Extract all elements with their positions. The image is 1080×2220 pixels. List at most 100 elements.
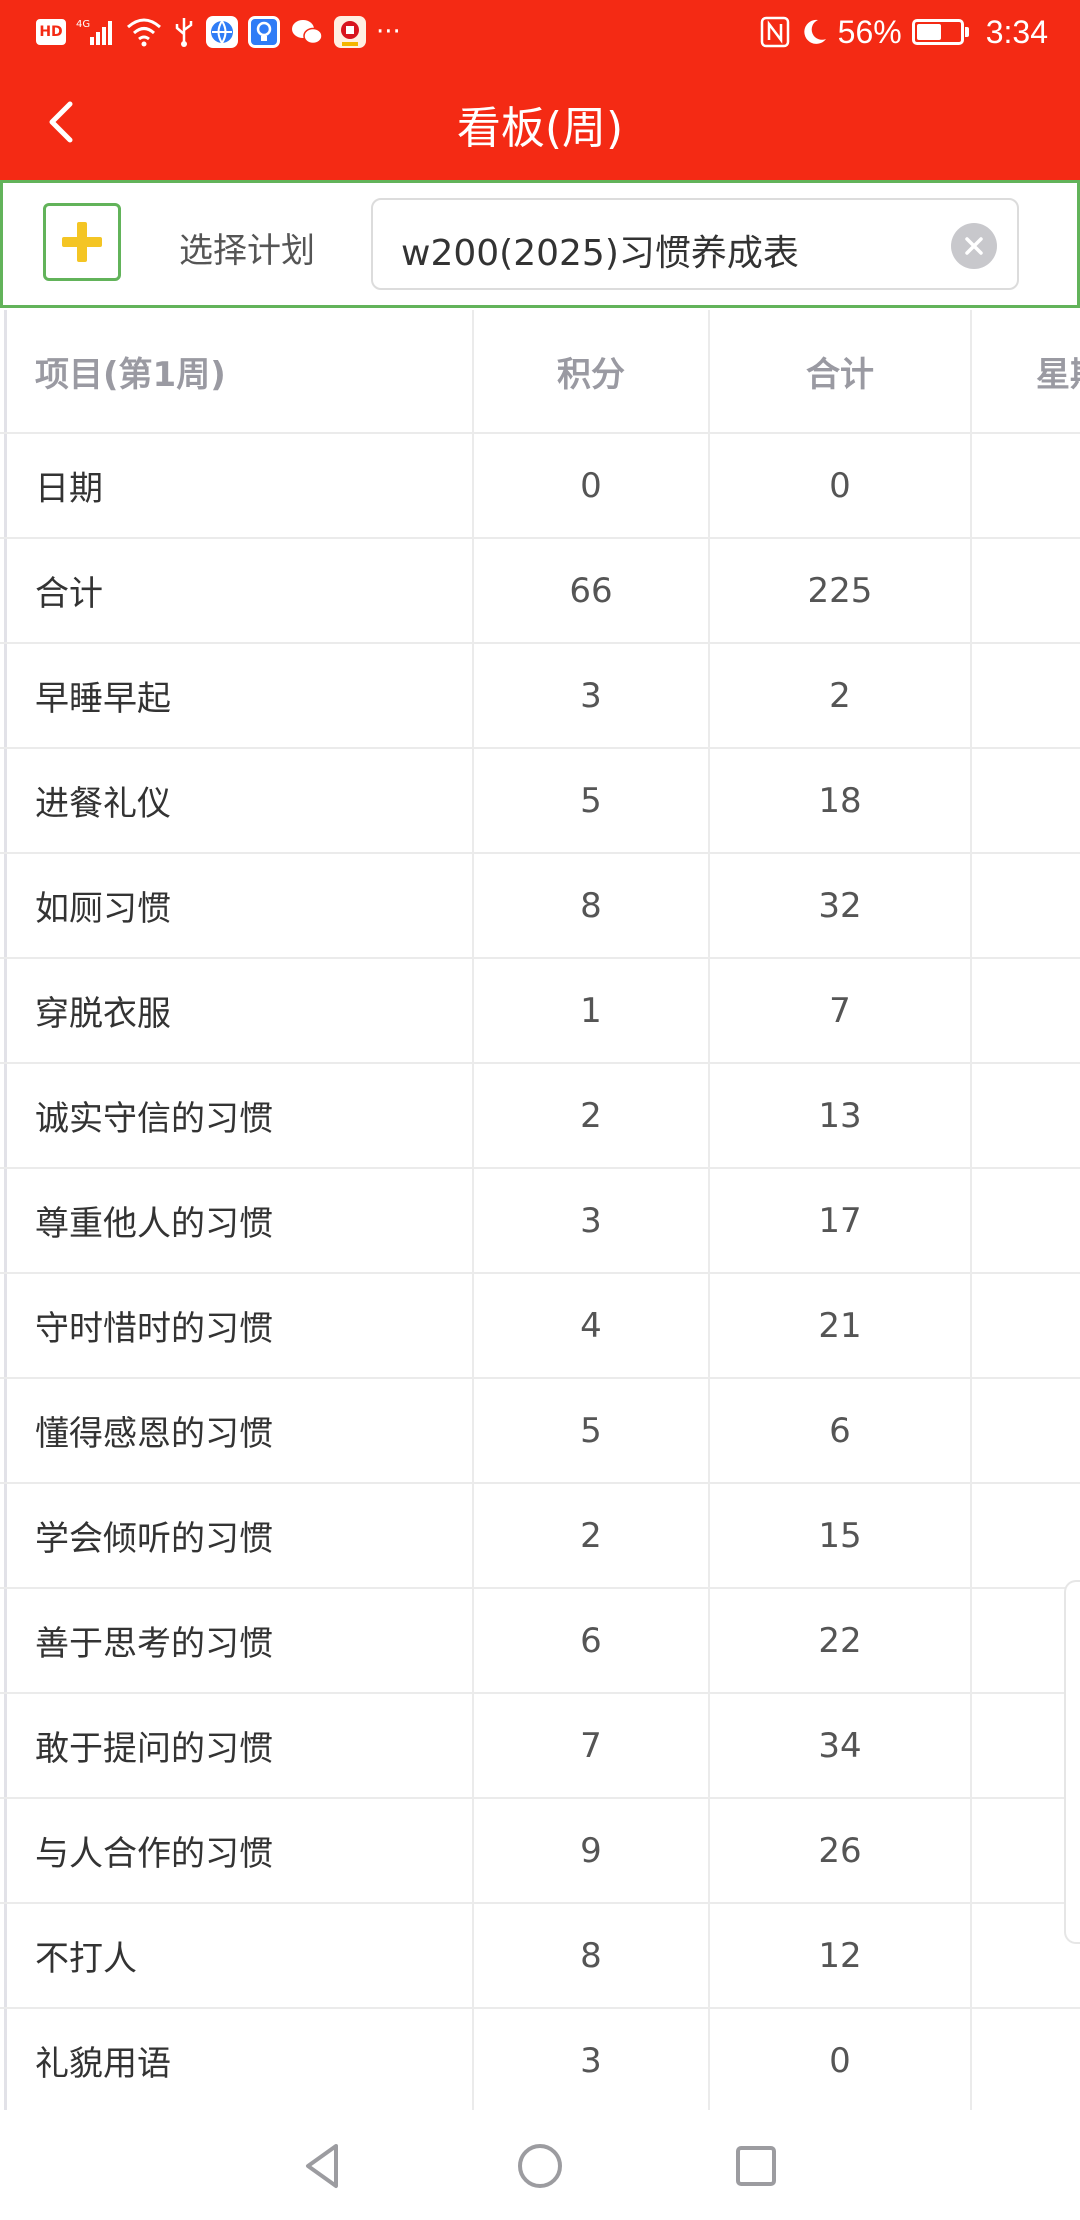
wifi-icon [126, 17, 162, 47]
table-row[interactable]: 早睡早起 3 2 [0, 644, 1080, 749]
total-cell: 2 [710, 644, 972, 747]
weekday-cell [972, 1064, 1080, 1167]
plan-selected-value: w200(2025)习惯养成表 [401, 233, 799, 274]
clock: 3:34 [985, 13, 1048, 50]
plan-select-field[interactable]: w200(2025)习惯养成表 [371, 198, 1019, 290]
total-cell: 6 [710, 1379, 972, 1482]
item-name-cell: 与人合作的习惯 [4, 1799, 474, 1902]
column-header-total: 合计 [710, 310, 972, 432]
weekday-cell [972, 959, 1080, 1062]
weekday-cell [972, 1169, 1080, 1272]
4g-signal-icon: 4G [76, 17, 116, 47]
item-name-cell: 合计 [4, 539, 474, 642]
item-name-cell: 守时惜时的习惯 [4, 1274, 474, 1377]
plan-label: 选择计划 [179, 231, 315, 271]
usb-icon [172, 16, 196, 48]
score-cell: 66 [474, 539, 710, 642]
table-row[interactable]: 礼貌用语 3 0 [0, 2009, 1080, 2110]
clear-plan-button[interactable] [951, 223, 997, 269]
hd-icon: HD [36, 19, 66, 45]
nav-recents-button[interactable] [724, 2134, 788, 2198]
total-cell: 17 [710, 1169, 972, 1272]
page-title: 看板(周) [456, 103, 624, 154]
item-name-cell: 学会倾听的习惯 [4, 1484, 474, 1587]
weekday-cell [972, 749, 1080, 852]
total-cell: 34 [710, 1694, 972, 1797]
score-cell: 3 [474, 1169, 710, 1272]
svg-text:4G: 4G [76, 19, 90, 30]
weekday-cell [972, 854, 1080, 957]
score-cell: 9 [474, 1799, 710, 1902]
bank-app-icon [334, 16, 366, 48]
back-triangle-icon [306, 2144, 338, 2188]
table-row[interactable]: 与人合作的习惯 9 26 [0, 1799, 1080, 1904]
table-header-row: 项目(第1周) 积分 合计 星期 [0, 310, 1080, 434]
app-header: HD 4G ··· 56% 3:34 看板(周) [0, 0, 1080, 180]
table-row[interactable]: 日期 0 0 [0, 434, 1080, 539]
total-cell: 13 [710, 1064, 972, 1167]
total-cell: 21 [710, 1274, 972, 1377]
weekday-cell [972, 2009, 1080, 2110]
plan-selector: 选择计划 w200(2025)习惯养成表 [0, 180, 1080, 308]
battery-percent: 56% [837, 13, 902, 50]
title-bar: 看板(周) [0, 64, 1080, 180]
total-cell: 22 [710, 1589, 972, 1692]
score-cell: 2 [474, 1484, 710, 1587]
total-cell: 26 [710, 1799, 972, 1902]
score-cell: 4 [474, 1274, 710, 1377]
item-name-cell: 诚实守信的习惯 [4, 1064, 474, 1167]
nav-back-button[interactable] [292, 2134, 356, 2198]
column-header-score: 积分 [474, 310, 710, 432]
weekly-board-table[interactable]: 项目(第1周) 积分 合计 星期 日期00合计66225早睡早起32进餐礼仪51… [0, 310, 1080, 2110]
item-name-cell: 不打人 [4, 1904, 474, 2007]
weekday-cell [972, 539, 1080, 642]
table-row[interactable]: 尊重他人的习惯 3 17 [0, 1169, 1080, 1274]
plus-icon [62, 222, 102, 262]
total-cell: 0 [710, 2009, 972, 2110]
weekday-cell [972, 644, 1080, 747]
item-name-cell: 如厕习惯 [4, 854, 474, 957]
table-row[interactable]: 懂得感恩的习惯 5 6 [0, 1379, 1080, 1484]
table-row[interactable]: 学会倾听的习惯 2 15 [0, 1484, 1080, 1589]
nfc-icon [760, 16, 790, 48]
wechat-icon [290, 17, 324, 47]
table-row[interactable]: 敢于提问的习惯 7 34 [0, 1694, 1080, 1799]
more-notifications-icon: ··· [376, 17, 401, 47]
weekday-cell [972, 1274, 1080, 1377]
system-nav-bar [0, 2112, 1080, 2220]
total-cell: 0 [710, 434, 972, 537]
score-cell: 0 [474, 434, 710, 537]
column-header-item: 项目(第1周) [4, 310, 474, 432]
score-cell: 1 [474, 959, 710, 1062]
recents-square-icon [736, 2146, 776, 2186]
item-name-cell: 敢于提问的习惯 [4, 1694, 474, 1797]
item-name-cell: 早睡早起 [4, 644, 474, 747]
table-row[interactable]: 诚实守信的习惯 2 13 [0, 1064, 1080, 1169]
table-row[interactable]: 进餐礼仪 5 18 [0, 749, 1080, 854]
table-row[interactable]: 不打人 8 12 [0, 1904, 1080, 2009]
battery-fill [916, 24, 941, 40]
score-cell: 7 [474, 1694, 710, 1797]
table-row[interactable]: 守时惜时的习惯 4 21 [0, 1274, 1080, 1379]
add-plan-button[interactable] [43, 203, 121, 281]
close-icon [965, 237, 983, 255]
home-circle-icon [518, 2144, 562, 2188]
battery-icon [911, 19, 969, 45]
status-bar: HD 4G ··· 56% 3:34 [0, 0, 1080, 64]
table-row[interactable]: 如厕习惯 8 32 [0, 854, 1080, 959]
score-cell: 3 [474, 2009, 710, 2110]
total-cell: 15 [710, 1484, 972, 1587]
nav-home-button[interactable] [508, 2134, 572, 2198]
score-cell: 3 [474, 644, 710, 747]
table-row[interactable]: 善于思考的习惯 6 22 [0, 1589, 1080, 1694]
table-row[interactable]: 穿脱衣服 1 7 [0, 959, 1080, 1064]
weekday-cell [972, 434, 1080, 537]
total-cell: 18 [710, 749, 972, 852]
item-name-cell: 日期 [4, 434, 474, 537]
item-name-cell: 礼貌用语 [4, 2009, 474, 2110]
side-drawer-handle[interactable] [1064, 1580, 1080, 1944]
browser-app-icon [206, 16, 238, 48]
table-row[interactable]: 合计 66 225 [0, 539, 1080, 644]
bulb-app-icon [248, 16, 280, 48]
total-cell: 7 [710, 959, 972, 1062]
